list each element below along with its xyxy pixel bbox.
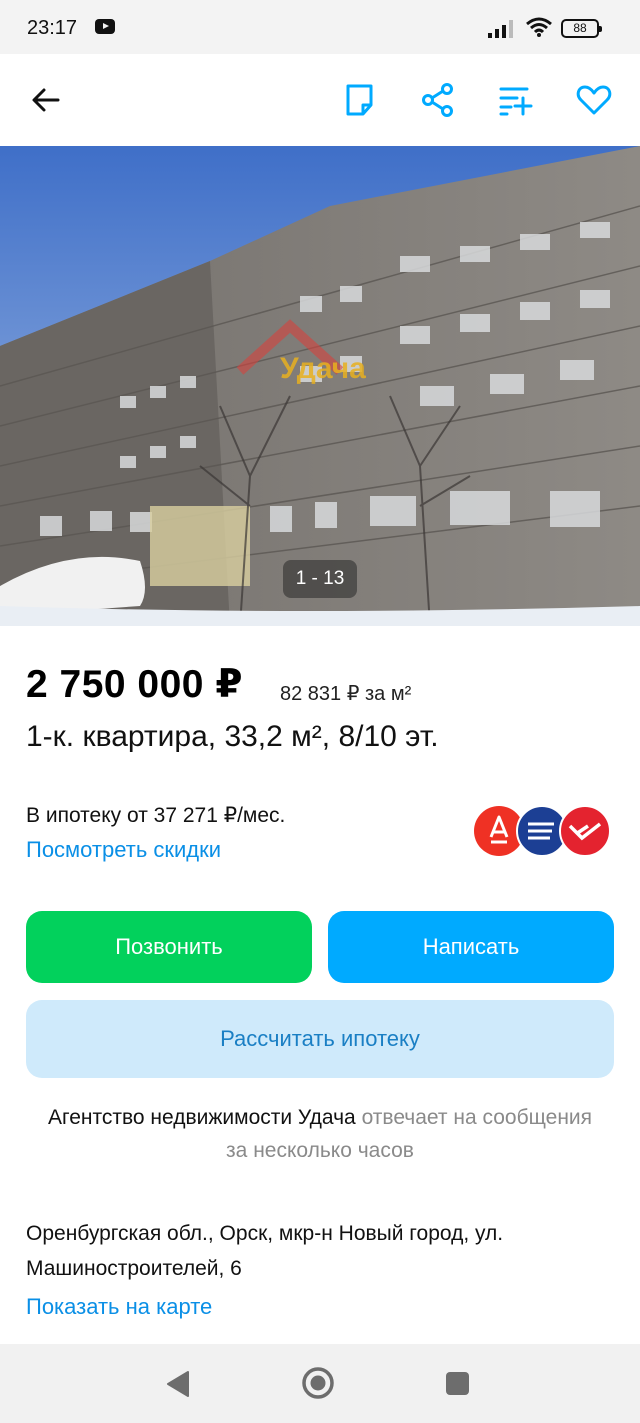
note-icon[interactable]: [340, 80, 380, 120]
listing-address: Оренбургская обл., Орск, мкр-н Новый гор…: [26, 1222, 504, 1280]
system-navigation-bar: [0, 1344, 640, 1423]
show-on-map-link[interactable]: Показать на карте: [26, 1294, 212, 1320]
price-per-square-meter: 82 831 ₽ за м²: [280, 683, 412, 705]
photo-watermark: Удача: [280, 352, 366, 385]
nav-recent-apps-icon[interactable]: [446, 1372, 469, 1395]
heart-icon[interactable]: [574, 80, 614, 120]
top-toolbar: [0, 54, 640, 146]
compare-list-icon[interactable]: [496, 80, 536, 120]
agency-name[interactable]: Агентство недвижимости Удача: [48, 1106, 356, 1129]
share-icon[interactable]: [418, 80, 458, 120]
view-discounts-link[interactable]: Посмотреть скидки: [26, 837, 221, 863]
write-message-button[interactable]: Написать: [328, 911, 614, 983]
building-photo-illustration: [0, 146, 640, 626]
status-bar: 23:17 88: [0, 0, 640, 54]
youtube-notification-icon: [95, 19, 115, 34]
listing-title: 1-к. квартира, 33,2 м², 8/10 эт.: [26, 720, 439, 753]
agency-response-note: Агентство недвижимости Удача отвечает на…: [40, 1101, 600, 1167]
listing-price: 2 750 000 ₽: [26, 663, 243, 706]
photo-counter: 1 - 13: [283, 560, 357, 598]
psb-logo: [559, 805, 611, 857]
cellular-signal-icon: [488, 20, 513, 38]
battery-indicator: 88: [561, 19, 602, 38]
partner-banks-logos[interactable]: [472, 804, 612, 858]
listing-photo[interactable]: Удача 1 - 13: [0, 146, 640, 626]
back-arrow-icon[interactable]: [26, 80, 66, 120]
mortgage-monthly-text: В ипотеку от 37 271 ₽/мес.: [26, 804, 286, 827]
status-time: 23:17: [27, 17, 78, 39]
nav-back-icon[interactable]: [166, 1371, 190, 1397]
calculate-mortgage-button[interactable]: Рассчитать ипотеку: [26, 1000, 614, 1078]
wifi-icon: [526, 17, 552, 37]
nav-home-icon[interactable]: [301, 1366, 335, 1400]
call-button[interactable]: Позвонить: [26, 911, 312, 983]
